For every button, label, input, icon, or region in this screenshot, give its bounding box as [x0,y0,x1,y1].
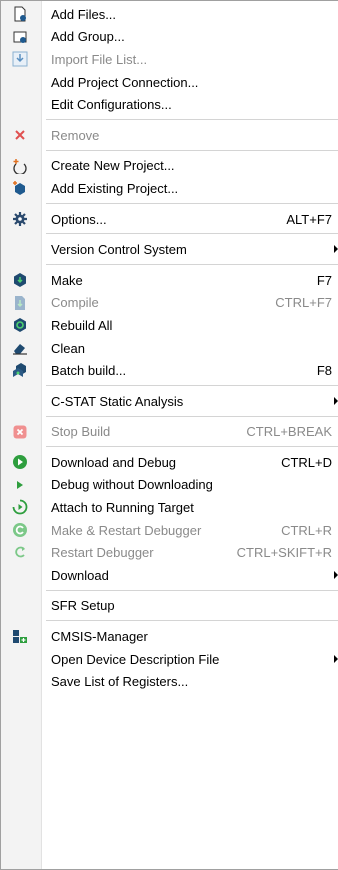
menu-item-label: Debug without Downloading [51,477,213,493]
menu-item-version-control-system[interactable]: Version Control System [1,238,338,261]
menu-item-label: Add Project Connection... [51,74,199,90]
menu-item-import-file-list[interactable]: Import File List... [1,48,338,71]
new-project-icon [12,158,28,174]
menu-item-edit-configurations[interactable]: Edit Configurations... [1,93,338,116]
menu-item-batch-build[interactable]: Batch build... F8 [1,359,338,382]
shortcut-text: F7 [316,272,332,288]
separator [1,443,338,451]
existing-project-icon [12,180,28,196]
menu-item-stop-build[interactable]: Stop Build CTRL+BREAK [1,421,338,444]
add-group-icon [12,29,28,45]
menu-item-make[interactable]: Make F7 [1,269,338,292]
menu-item-debug-without-downloading[interactable]: Debug without Downloading [1,474,338,497]
menu-item-label: Clean [51,340,85,356]
menu-item-label: Options... [51,211,107,227]
shortcut-text: F8 [316,363,332,379]
remove-x-icon [12,127,28,143]
stop-icon [12,424,28,440]
make-icon [12,272,28,288]
separator [1,116,338,124]
menu-item-label: Download and Debug [51,454,177,470]
menu-item-label: Remove [51,127,100,143]
menu-item-add-existing-project[interactable]: Add Existing Project... [1,177,338,200]
menu-item-add-project-connection[interactable]: Add Project Connection... [1,71,338,94]
shortcut-text: CTRL+R [281,522,332,538]
batch-build-icon [12,362,28,378]
menu-item-label: Compile [51,295,99,311]
context-menu: Add Files... Add Group... Import File Li… [0,0,338,870]
separator [1,261,338,269]
separator [1,382,338,390]
menu-item-options[interactable]: Options... ALT+F7 [1,208,338,231]
compile-icon [12,295,28,311]
menu-item-label: Restart Debugger [51,545,154,561]
menu-item-label: Add Group... [51,29,125,45]
submenu-arrow-icon [334,571,338,580]
rebuild-icon [12,317,28,333]
shortcut-text: CTRL+F7 [275,295,332,311]
eraser-icon [12,340,28,356]
cmsis-manager-icon [12,628,28,644]
menu-item-create-new-project[interactable]: Create New Project... [1,155,338,178]
menu-item-add-group[interactable]: Add Group... [1,26,338,49]
menu-item-label: Add Existing Project... [51,180,179,196]
separator [1,200,338,208]
menu-item-clean[interactable]: Clean [1,337,338,360]
separator [1,147,338,155]
menu-item-label: Attach to Running Target [51,500,194,516]
make-restart-icon [12,522,28,538]
menu-item-download-and-debug[interactable]: Download and Debug CTRL+D [1,451,338,474]
menu-item-label: C-STAT Static Analysis [51,393,184,409]
shortcut-text: CTRL+D [281,454,332,470]
menu-item-cmsis-manager[interactable]: CMSIS-Manager [1,625,338,648]
restart-icon [12,544,28,560]
add-file-icon [12,6,28,22]
menu-item-label: Batch build... [51,363,127,379]
menu-item-compile[interactable]: Compile CTRL+F7 [1,292,338,315]
menu-item-label: Import File List... [51,51,148,67]
menu-item-make-restart-debugger[interactable]: Make & Restart Debugger CTRL+R [1,519,338,542]
menu-item-label: Stop Build [51,424,111,440]
import-icon [12,51,28,67]
menu-item-label: Rebuild All [51,317,113,333]
menu-item-label: Open Device Description File [51,651,220,667]
submenu-arrow-icon [334,396,338,405]
menu-item-label: SFR Setup [51,598,115,614]
separator [1,413,338,421]
menu-item-remove[interactable]: Remove [1,124,338,147]
separator [1,230,338,238]
play-icon [12,477,28,493]
play-circle-icon [12,454,28,470]
submenu-arrow-icon [334,245,338,254]
menu-item-cstat-static-analysis[interactable]: C-STAT Static Analysis [1,390,338,413]
menu-item-rebuild-all[interactable]: Rebuild All [1,314,338,337]
menu-item-restart-debugger[interactable]: Restart Debugger CTRL+SKIFT+R [1,541,338,564]
separator [1,587,338,595]
menu-item-label: Download [51,567,109,583]
menu-item-label: CMSIS-Manager [51,629,148,645]
menu-item-sfr-setup[interactable]: SFR Setup [1,595,338,618]
menu-item-label: Make [51,272,83,288]
menu-item-save-list-of-registers[interactable]: Save List of Registers... [1,670,338,693]
shortcut-text: CTRL+SKIFT+R [236,545,332,561]
menu-item-label: Edit Configurations... [51,97,172,113]
menu-item-add-files[interactable]: Add Files... [1,3,338,26]
menu-item-download[interactable]: Download [1,564,338,587]
separator [1,617,338,625]
attach-icon [12,499,28,515]
gear-icon [12,211,28,227]
shortcut-text: CTRL+BREAK [246,424,332,440]
menu-item-label: Version Control System [51,242,187,258]
menu-item-attach-to-running-target[interactable]: Attach to Running Target [1,496,338,519]
menu-item-label: Save List of Registers... [51,674,189,690]
shortcut-text: ALT+F7 [286,211,332,227]
menu-item-open-device-description-file[interactable]: Open Device Description File [1,648,338,671]
menu-item-label: Make & Restart Debugger [51,522,202,538]
submenu-arrow-icon [334,654,338,663]
menu-item-label: Create New Project... [51,158,175,174]
menu-item-label: Add Files... [51,6,117,22]
